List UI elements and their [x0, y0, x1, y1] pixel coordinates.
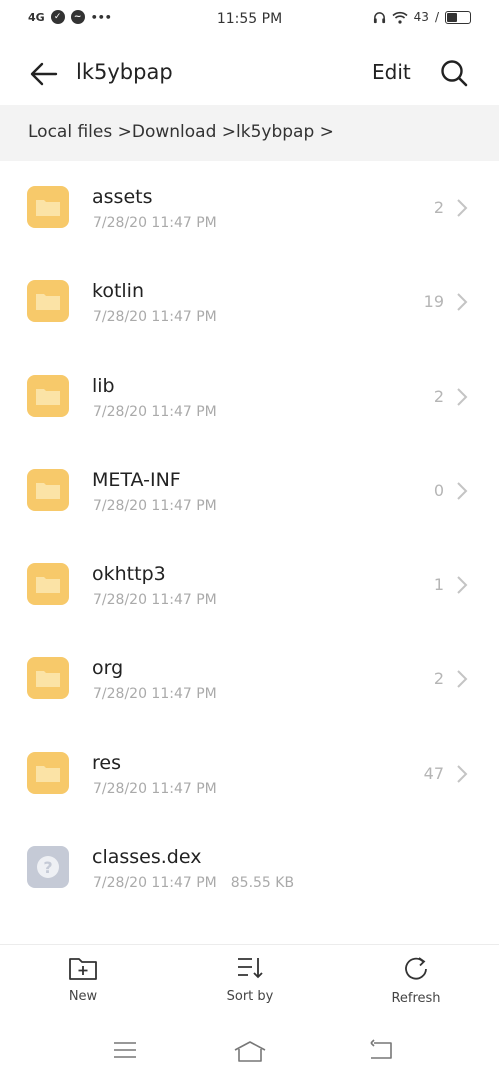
new-folder-icon [69, 958, 97, 980]
item-count: 2 [433, 386, 444, 406]
list-item[interactable]: okhttp3 7/28/20 11:47 PM 1 [0, 538, 499, 632]
system-nav-bar [0, 1025, 499, 1080]
folder-icon [27, 186, 69, 228]
folder-icon [27, 280, 69, 323]
item-date: 7/28/20 11:47 PM [93, 686, 217, 703]
sort-by-button[interactable]: Sort by [200, 955, 300, 1004]
item-count: 2 [433, 198, 444, 217]
wifi-icon [392, 11, 408, 24]
sort-icon [238, 958, 263, 979]
headphones-icon [373, 11, 385, 23]
back-nav-icon[interactable] [367, 1039, 395, 1061]
list-item[interactable]: ? classes.dex 7/28/20 11:47 PM 85.55 KB [0, 821, 499, 915]
battery-slash: / [434, 10, 439, 24]
item-date: 7/28/20 11:47 PM [93, 403, 217, 420]
battery-icon [445, 10, 471, 24]
file-list: assets 7/28/20 11:47 PM 2 kotlin 7/28/20… [0, 161, 499, 915]
chevron-right-icon [457, 576, 468, 594]
chevron-right-icon [457, 670, 468, 689]
item-name: okhttp3 [92, 563, 166, 586]
bottom-action-bar: New Sort by Refresh [0, 945, 499, 1025]
back-arrow-icon[interactable] [28, 58, 60, 90]
item-date: 7/28/20 11:47 PM [93, 497, 217, 514]
item-date: 7/28/20 11:47 PM [93, 780, 217, 797]
folder-icon [27, 374, 69, 417]
item-size: 85.55 KB [230, 875, 295, 892]
item-count: 47 [423, 763, 444, 783]
list-item[interactable]: lib 7/28/20 11:47 PM 2 [0, 350, 499, 444]
svg-text:?: ? [43, 858, 52, 877]
item-count: 2 [433, 669, 444, 689]
sort-by-label: Sort by [226, 989, 274, 1004]
menu-icon[interactable] [112, 1039, 138, 1061]
item-meta: 7/28/20 11:47 PM 85.55 KB [93, 875, 294, 891]
list-item[interactable]: org 7/28/20 11:47 PM 2 [0, 632, 499, 726]
new-label: New [68, 989, 98, 1004]
battery-percent: 43 [413, 10, 429, 24]
chevron-right-icon [457, 293, 468, 312]
list-item[interactable]: res 7/28/20 11:47 PM 47 [0, 727, 499, 821]
folder-icon [27, 657, 69, 700]
refresh-button[interactable]: Refresh [366, 955, 466, 1006]
list-item[interactable]: kotlin 7/28/20 11:47 PM 19 [0, 255, 499, 349]
unknown-file-icon: ? [27, 846, 69, 889]
item-count: 1 [433, 575, 444, 595]
item-name: assets [92, 186, 153, 208]
list-item[interactable]: assets 7/28/20 11:47 PM 2 [0, 161, 499, 255]
item-date: 7/28/20 11:47 PM [93, 215, 217, 231]
app-header: lk5ybpap Edit [0, 44, 499, 104]
item-name: classes.dex [92, 846, 202, 869]
item-name: kotlin [92, 280, 144, 303]
item-count: 19 [423, 292, 444, 312]
status-bar: 4G ✓ ~ ••• 11:55 PM 43 / [0, 0, 499, 40]
item-count: 0 [433, 480, 444, 500]
edit-button[interactable]: Edit [372, 60, 411, 84]
item-date: 7/28/20 11:47 PM [93, 875, 217, 892]
item-date: 7/28/20 11:47 PM [93, 309, 217, 326]
item-name: res [92, 751, 121, 774]
chevron-right-icon [457, 765, 468, 783]
chevron-right-icon [457, 199, 468, 217]
folder-icon [27, 468, 69, 511]
search-icon[interactable] [438, 57, 470, 89]
status-right: 43 / [373, 10, 471, 24]
refresh-icon [405, 957, 427, 980]
breadcrumb[interactable]: Local files >Download >lk5ybpap > [0, 105, 499, 161]
folder-icon [27, 751, 69, 794]
item-name: org [92, 657, 124, 680]
new-button[interactable]: New [33, 955, 133, 1004]
item-date: 7/28/20 11:47 PM [93, 592, 217, 609]
home-icon[interactable] [232, 1039, 268, 1063]
folder-icon [27, 563, 69, 606]
list-item[interactable]: META-INF 7/28/20 11:47 PM 0 [0, 444, 499, 538]
breadcrumb-path[interactable]: Local files >Download >lk5ybpap > [28, 122, 334, 142]
page-title: lk5ybpap [76, 60, 173, 84]
item-name: META-INF [92, 468, 181, 491]
item-name: lib [92, 374, 115, 397]
refresh-label: Refresh [391, 991, 441, 1006]
chevron-right-icon [457, 482, 468, 500]
chevron-right-icon [457, 387, 468, 406]
